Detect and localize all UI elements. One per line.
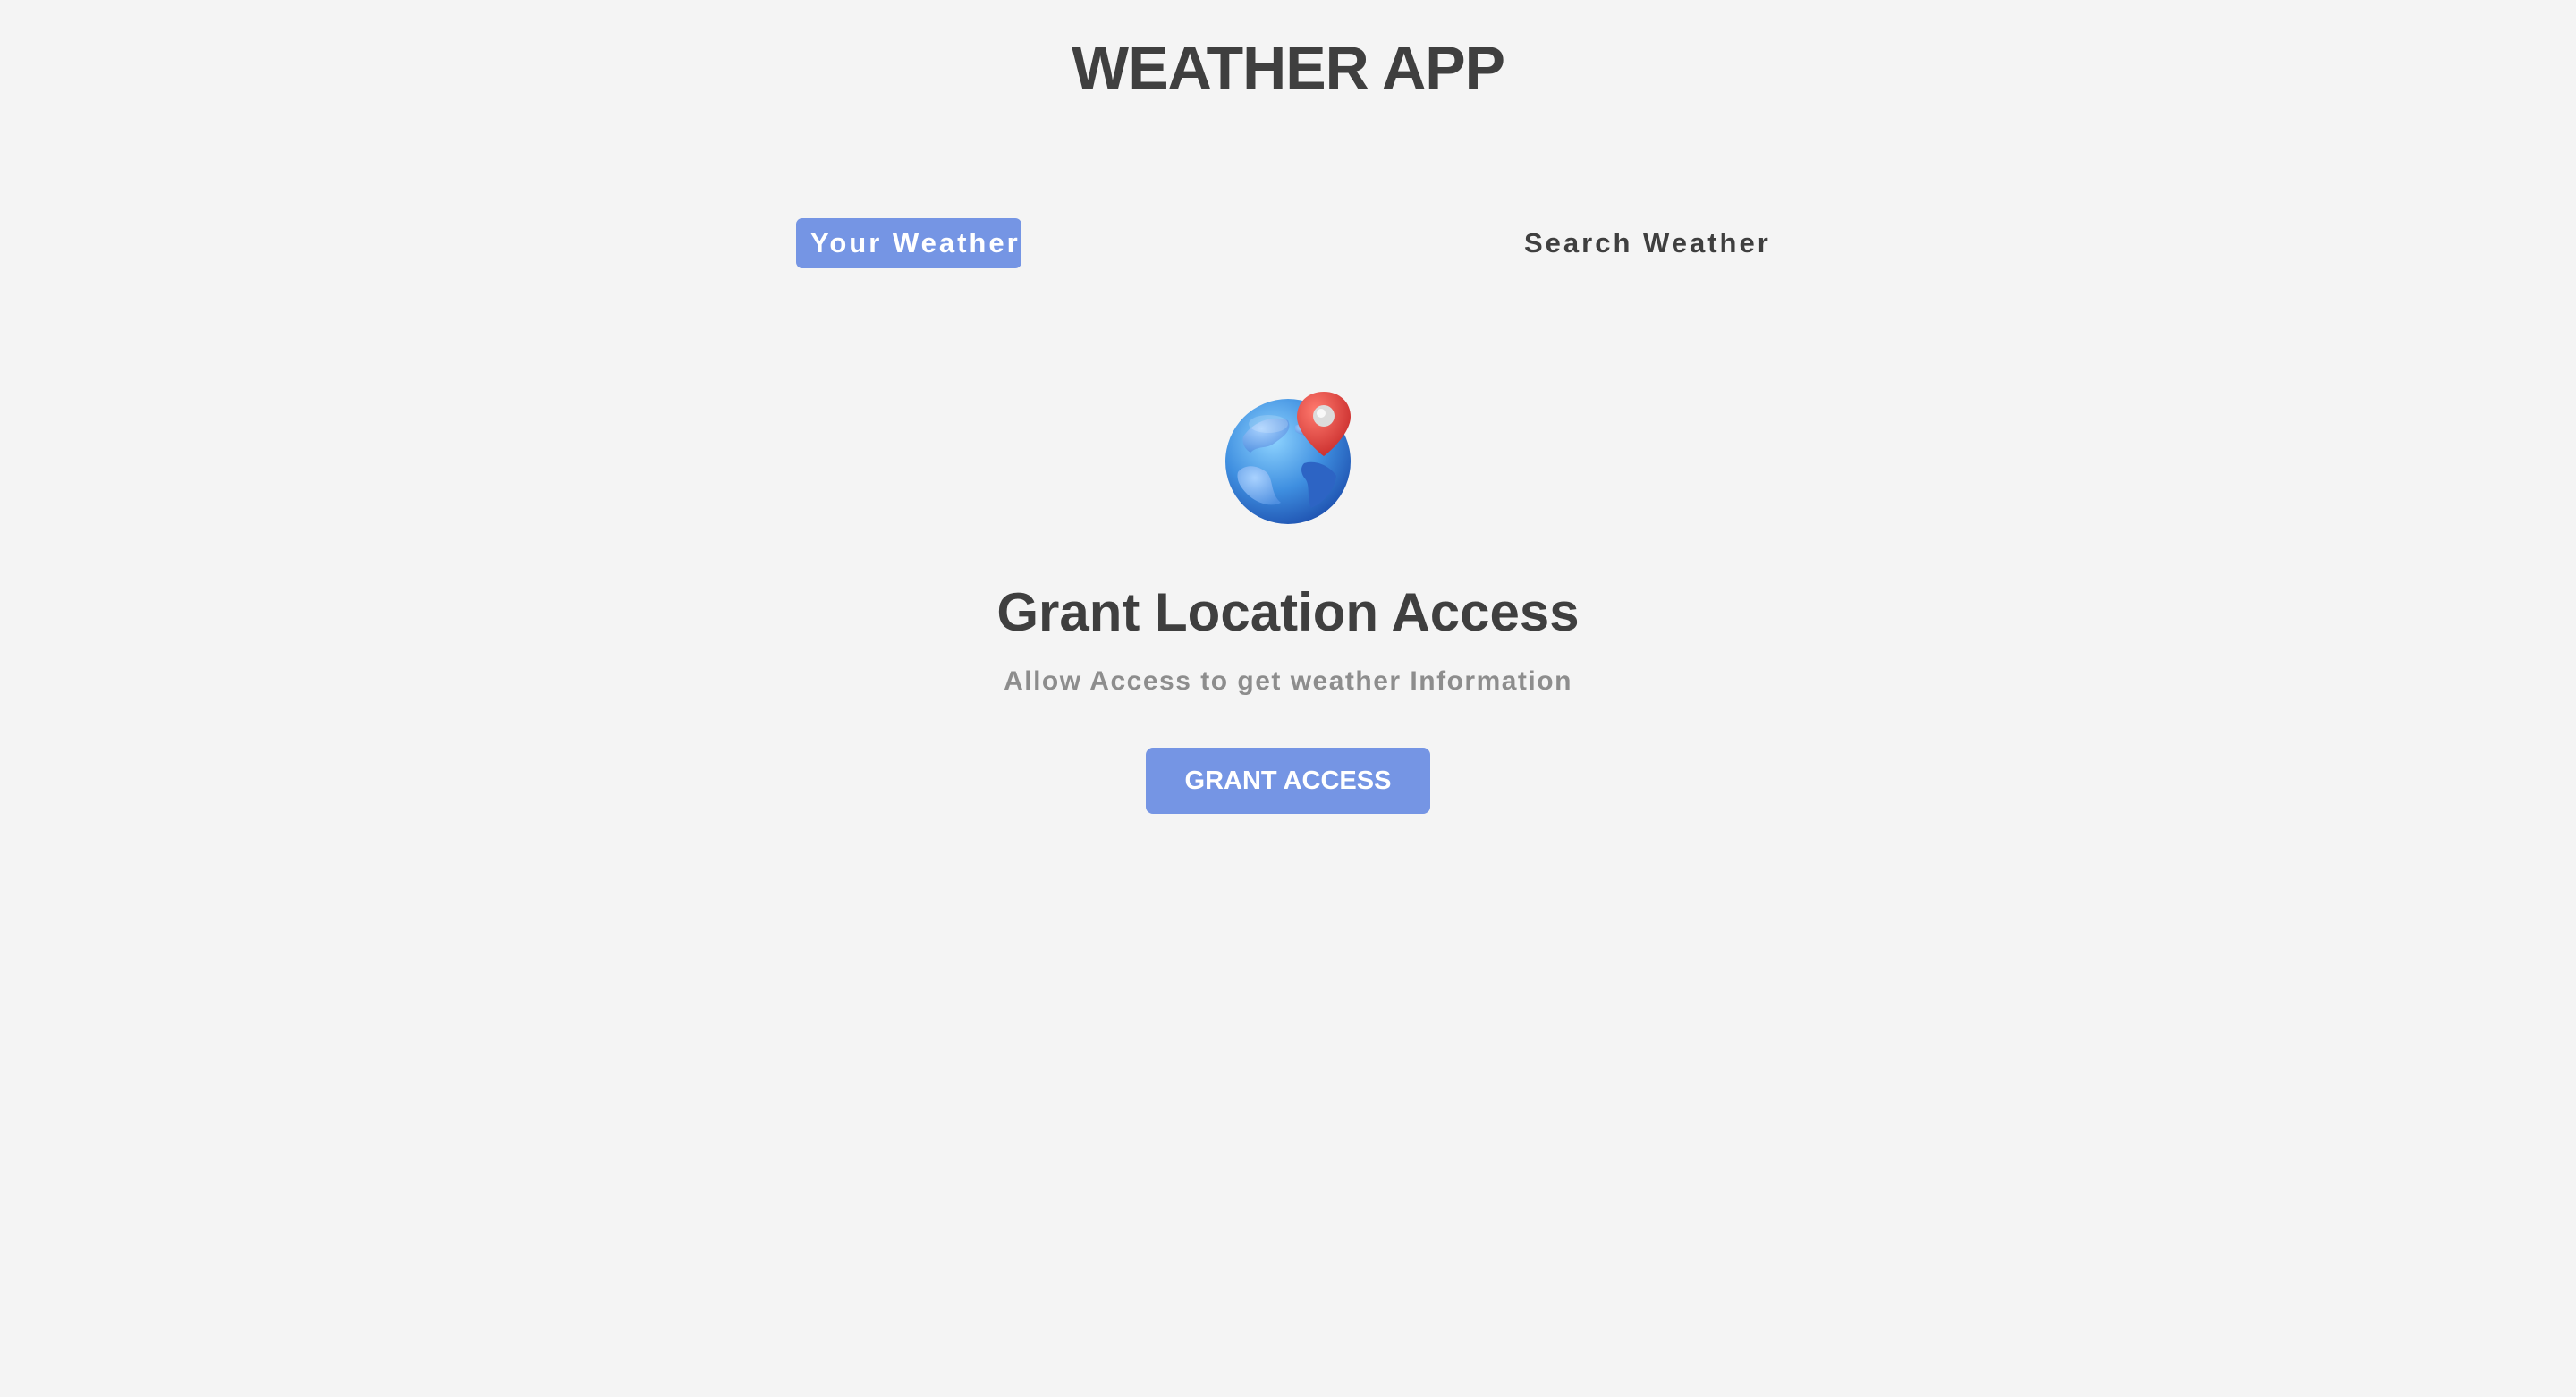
tab-search-weather[interactable]: Search Weather — [1510, 218, 1780, 268]
grant-location-title: Grant Location Access — [996, 582, 1580, 642]
tab-your-weather[interactable]: Your Weather — [796, 218, 1021, 268]
grant-access-button[interactable]: GRANT ACCESS — [1146, 748, 1430, 814]
weather-tabs: Your Weather Search Weather — [796, 218, 1780, 268]
grant-location-subtitle: Allow Access to get weather Information — [1004, 666, 1572, 696]
globe-location-icon — [1218, 385, 1361, 528]
app-title: WEATHER APP — [1072, 34, 1505, 102]
